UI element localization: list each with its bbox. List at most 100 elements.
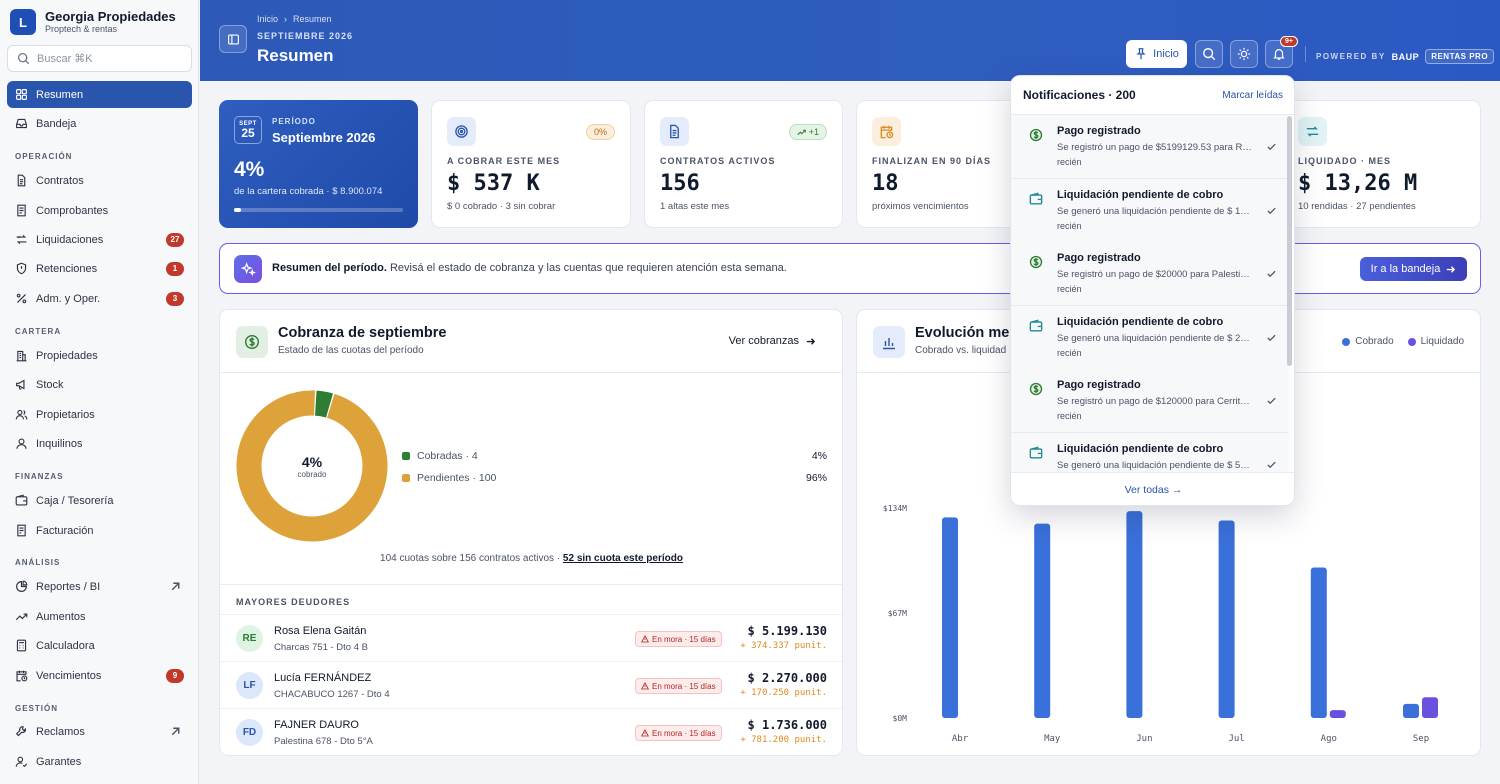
users-icon	[15, 409, 28, 420]
transfer-icon	[16, 235, 27, 244]
period-progress-fill	[234, 208, 241, 212]
check-icon[interactable]	[1266, 268, 1277, 279]
debtor-punitorio: + 170.250 punit.	[740, 688, 827, 698]
wallet-icon	[15, 494, 28, 506]
notification-item[interactable]: Pago registrado Se registró un pago de $2…	[1011, 242, 1289, 306]
search-button[interactable]	[1195, 40, 1223, 68]
sidebar-item-retenciones[interactable]: Retenciones 1	[7, 255, 192, 282]
notification-item[interactable]: Liquidación pendiente de cobro Se generó …	[1011, 305, 1289, 370]
notifications-scrollbar[interactable]	[1287, 116, 1292, 366]
check-icon[interactable]	[1266, 459, 1277, 470]
kpi-card-liquidado[interactable]: LIQUIDADO · MES $ 13,26 M 10 rendidas · …	[1282, 100, 1481, 228]
bell-icon	[1273, 49, 1285, 60]
brand[interactable]: L Georgia Propiedades Proptech & rentas	[10, 9, 176, 35]
bar-cobrado-may[interactable]	[1034, 523, 1051, 718]
sidebar-item-propietarios[interactable]: Propietarios	[7, 401, 192, 428]
plan-pill: RENTAS PRO	[1425, 49, 1495, 64]
sidebar-item-resumen[interactable]: Resumen	[7, 81, 192, 108]
bar-cobrado-jul[interactable]	[1218, 520, 1235, 718]
bar-liquidado-ago[interactable]	[1329, 710, 1346, 718]
kpi-change-value: +1	[808, 127, 819, 137]
sidebar-item-inquilinos[interactable]: Inquilinos	[7, 430, 192, 457]
view-cobranzas-link[interactable]: Ver cobranzas	[729, 335, 816, 347]
document-icon	[17, 174, 26, 187]
divider	[220, 372, 842, 373]
status-badge: En mora · 15 días	[635, 725, 722, 741]
notification-time: recién	[1057, 157, 1082, 167]
sidebar-item-propiedades[interactable]: Propiedades	[7, 342, 192, 369]
count-badge: 1	[166, 261, 184, 276]
sidebar-item-calculadora[interactable]: Calculadora	[7, 632, 192, 659]
sidebar-item-facturacion[interactable]: Facturación	[7, 517, 192, 544]
powered-by-label: POWERED BY	[1316, 52, 1386, 61]
trending-up-icon	[15, 613, 28, 621]
check-icon[interactable]	[1266, 332, 1277, 343]
alert-triangle-icon	[641, 729, 649, 737]
sidebar-item-bandeja[interactable]: Bandeja	[7, 110, 192, 137]
sidebar-item-stock[interactable]: Stock	[7, 371, 192, 398]
count-badge: 9	[166, 668, 184, 683]
mark-all-read-link[interactable]: Marcar leídas	[1222, 90, 1283, 101]
check-icon[interactable]	[1266, 141, 1277, 152]
bar-cobrado-ago[interactable]	[1310, 567, 1327, 718]
notification-item[interactable]: Pago registrado Se registró un pago de $5…	[1011, 115, 1289, 179]
x-tick-label: Jun	[1136, 734, 1152, 744]
notification-item[interactable]: Liquidación pendiente de cobro Se generó …	[1011, 432, 1289, 472]
legend-item-pendientes: Pendientes · 100 96%	[402, 472, 827, 484]
wallet-icon	[1029, 191, 1043, 206]
calculator-icon	[16, 639, 27, 652]
sidebar-item-vencimientos[interactable]: Vencimientos 9	[7, 662, 192, 689]
notification-item[interactable]: Liquidación pendiente de cobro Se generó …	[1011, 178, 1289, 243]
kpi-card-a-cobrar[interactable]: 0% A COBRAR ESTE MES $ 537 K $ 0 cobrado…	[431, 100, 631, 228]
sidebar-item-label: Contratos	[36, 174, 84, 187]
pin-inicio-button[interactable]: Inicio	[1126, 40, 1187, 68]
debtor-row[interactable]: FD FAJNER DAURO Palestina 678 - Dto 5°A …	[220, 708, 842, 755]
go-to-inbox-button[interactable]: Ir a la bandeja	[1360, 257, 1467, 281]
theme-toggle-button[interactable]	[1230, 40, 1258, 68]
breadcrumb-link[interactable]: Inicio	[257, 14, 278, 24]
sidebar-item-aumentos[interactable]: Aumentos	[7, 603, 192, 630]
legend-percent: 96%	[805, 472, 827, 484]
sidebar-item-reportes[interactable]: Reportes / BI	[7, 573, 192, 600]
bar-cobrado-sep[interactable]	[1403, 703, 1419, 718]
sidebar-item-label: Resumen	[36, 88, 84, 101]
legend-swatch	[402, 474, 410, 482]
sidebar-item-adm-oper[interactable]: Adm. y Oper. 3	[7, 285, 192, 312]
search-input[interactable]: Buscar ⌘K	[7, 45, 192, 72]
sidebar-item-comprobantes[interactable]: Comprobantes	[7, 197, 192, 224]
view-all-notifications-link[interactable]: Ver todas →	[1011, 472, 1294, 505]
invoice-icon	[17, 524, 26, 537]
sidebar-item-label: Bandeja	[36, 117, 77, 130]
sidebar-item-label: Adm. y Oper.	[36, 292, 101, 305]
period-card[interactable]: SEPT 25 PERÍODO Septiembre 2026 4% de la…	[219, 100, 418, 228]
notification-description: Se generó una liquidación pendiente de $…	[1057, 332, 1252, 344]
pin-inicio-label: Inicio	[1153, 48, 1179, 60]
check-icon[interactable]	[1266, 205, 1277, 216]
avatar: LF	[236, 672, 263, 699]
sidebar-item-caja[interactable]: Caja / Tesorería	[7, 487, 192, 514]
check-icon[interactable]	[1266, 395, 1277, 406]
x-tick-label: Abr	[952, 734, 969, 744]
banner-title: Resumen del período.	[272, 262, 387, 274]
debtor-row[interactable]: LF Lucía FERNÁNDEZ CHACABUCO 1267 - Dto …	[220, 661, 842, 708]
page-header: Inicio › Resumen SEPTIEMBRE 2026 Resumen…	[200, 0, 1500, 81]
notifications-button[interactable]: 9+	[1265, 36, 1298, 68]
percent-icon	[16, 293, 27, 304]
sidebar-item-label: Propietarios	[36, 408, 95, 421]
sidebar-toggle-button[interactable]	[219, 25, 247, 53]
notification-item[interactable]: Pago registrado Se registró un pago de $1…	[1011, 369, 1289, 433]
sidebar-item-contratos[interactable]: Contratos	[7, 167, 192, 194]
sidebar-item-liquidaciones[interactable]: Liquidaciones 27	[7, 226, 192, 253]
bar-cobrado-abr[interactable]	[942, 517, 958, 718]
user-check-icon	[15, 756, 28, 768]
breadcrumb: Inicio › Resumen	[257, 14, 332, 24]
bar-cobrado-jun[interactable]	[1126, 511, 1143, 718]
kpi-card-contratos[interactable]: +1 CONTRATOS ACTIVOS 156 1 altas este me…	[644, 100, 843, 228]
wallet-icon	[1029, 318, 1043, 333]
sidebar-item-label: Caja / Tesorería	[36, 494, 114, 507]
bar-liquidado-sep[interactable]	[1422, 697, 1438, 718]
sidebar-item-reclamos[interactable]: Reclamos	[7, 718, 192, 745]
sin-cuota-link[interactable]: 52 sin cuota este período	[563, 553, 683, 564]
debtor-row[interactable]: RE Rosa Elena Gaitán Charcas 751 - Dto 4…	[220, 614, 842, 661]
sidebar-item-garantes[interactable]: Garantes	[7, 748, 192, 775]
